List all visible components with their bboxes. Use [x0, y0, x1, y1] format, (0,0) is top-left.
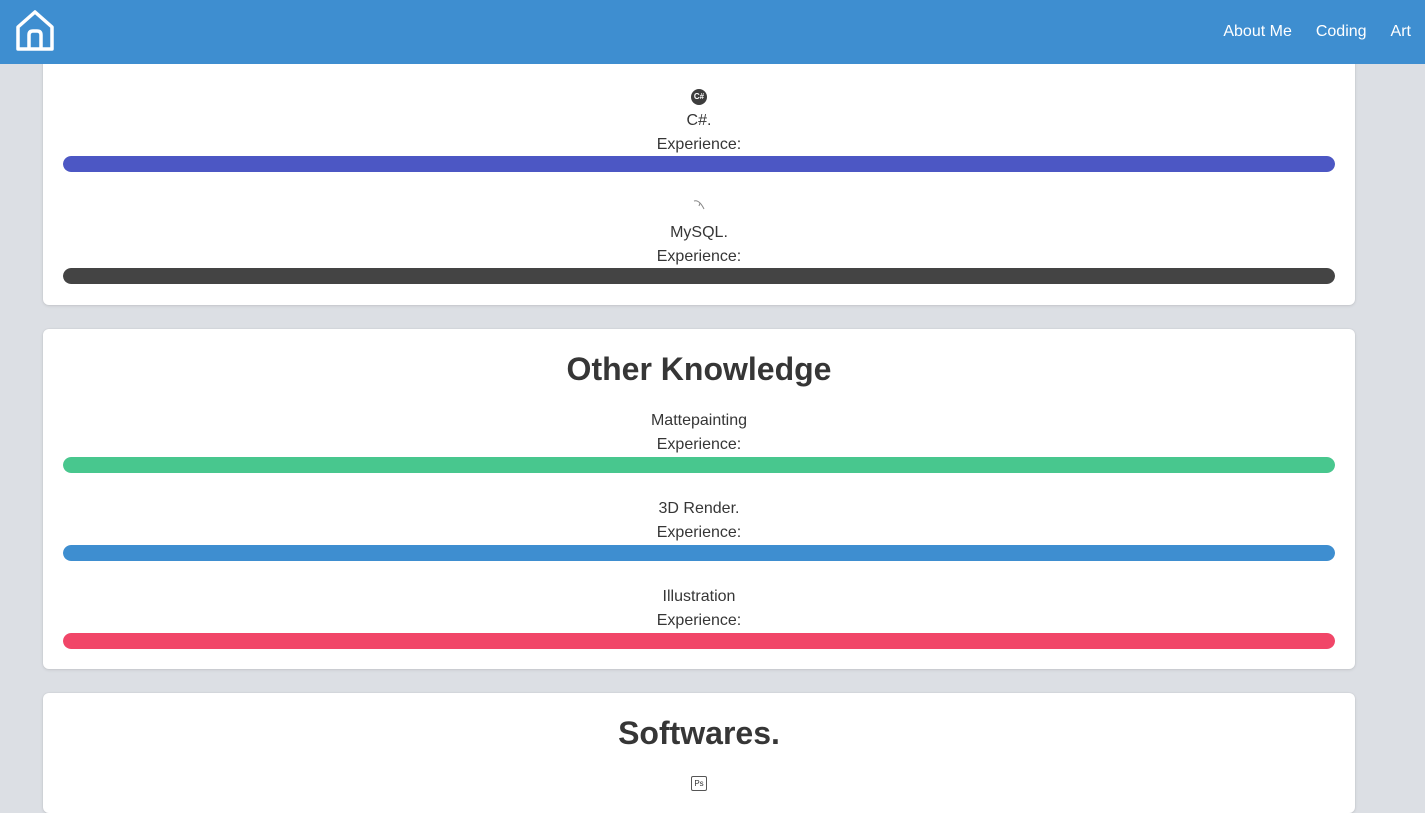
nav-links: About Me Coding Art	[1223, 0, 1411, 64]
experience-bar-fill	[63, 545, 1335, 561]
experience-bar-fill	[63, 268, 1335, 284]
mysql-dolphin-icon	[693, 200, 705, 210]
experience-bar-3d-render	[63, 545, 1335, 561]
nav-link-coding[interactable]: Coding	[1316, 23, 1367, 41]
photoshop-icon: Ps	[691, 776, 707, 791]
nav-link-art[interactable]: Art	[1391, 23, 1411, 41]
other-knowledge-card: Other Knowledge Mattepainting Experience…	[43, 329, 1355, 669]
software-photoshop: Ps	[43, 773, 1355, 791]
experience-bar-fill	[63, 633, 1335, 649]
skill-name: Illustration	[662, 588, 736, 605]
experience-label: Experience:	[656, 612, 742, 629]
experience-label: Experience:	[656, 524, 742, 541]
experience-label: Experience:	[656, 248, 742, 265]
home-icon[interactable]	[14, 9, 56, 53]
csharp-icon: C#	[691, 89, 707, 105]
skill-mattepainting: Mattepainting Experience:	[43, 409, 1355, 457]
skill-csharp-text: C#. Experience:	[43, 109, 1355, 157]
experience-bar-illustration	[63, 633, 1335, 649]
skill-csharp: C#	[43, 86, 1355, 105]
section-title: Softwares.	[618, 715, 780, 751]
navbar: About Me Coding Art	[0, 0, 1425, 64]
skill-name: MySQL.	[670, 224, 728, 241]
nav-link-about-me[interactable]: About Me	[1223, 23, 1291, 41]
skill-3d-render: 3D Render. Experience:	[43, 497, 1355, 545]
skill-mysql	[43, 198, 1355, 217]
experience-bar-fill	[63, 156, 1335, 172]
skill-illustration: Illustration Experience:	[43, 585, 1355, 633]
experience-bar-mattepainting	[63, 457, 1335, 473]
experience-bar-fill	[63, 457, 1335, 473]
skill-name: 3D Render.	[658, 500, 740, 517]
experience-label: Experience:	[656, 136, 742, 153]
experience-bar-mysql	[63, 268, 1335, 284]
skill-name: Mattepainting	[650, 412, 748, 429]
experience-bar-csharp	[63, 156, 1335, 172]
experience-label: Experience:	[656, 436, 742, 453]
skill-mysql-text: MySQL. Experience:	[43, 221, 1355, 269]
skill-name: C#.	[686, 112, 712, 129]
softwares-card: Softwares. Ps	[43, 693, 1355, 813]
section-title: Other Knowledge	[566, 351, 832, 387]
